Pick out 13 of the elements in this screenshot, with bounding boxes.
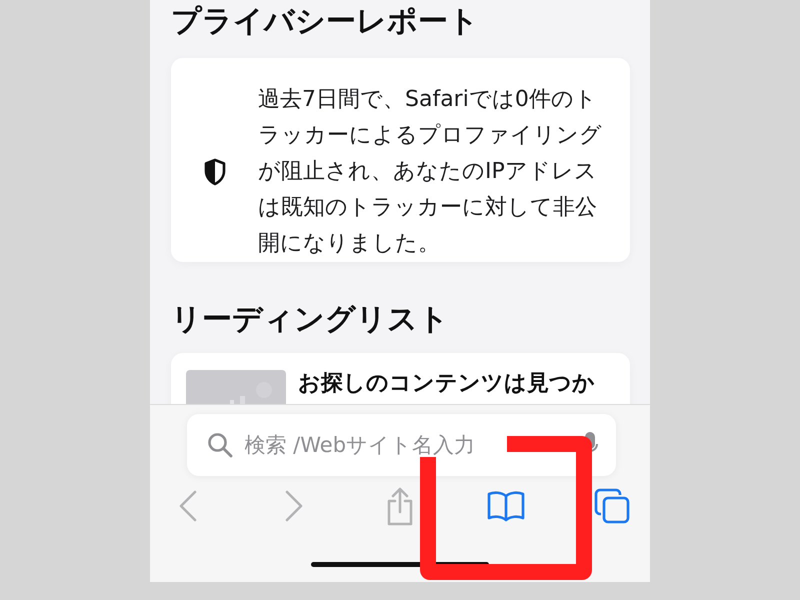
section-heading: プライバシーレポート (171, 3, 480, 41)
reading-list-item[interactable]: お探しのコンテンツは見つか (171, 353, 630, 404)
search-field[interactable]: 検索 /Webサイト名入力 (244, 433, 506, 457)
back-icon (178, 490, 198, 522)
book-icon (486, 490, 526, 522)
forward-icon (284, 490, 304, 522)
tabs-icon (594, 488, 630, 524)
shield-icon (202, 158, 226, 186)
section-heading: リーディングリスト (171, 301, 450, 339)
privacy-report-text: 過去7日間で、Safariでは0件のトラッカーによるプロファイリングが阻止され、あなたのIPアドレスは既知のトラッカーに対して非公開になりました。 (258, 86, 603, 258)
privacy-report-card[interactable]: 過去7日間で、Safariでは0件のトラッカーによるプロファイリングが阻止され、あなたのIPアドレスは既知のトラッカーに対して非公開になりました。 (171, 58, 630, 262)
search-icon (206, 432, 232, 458)
article-title: お探しのコンテンツは見つか (298, 370, 595, 398)
